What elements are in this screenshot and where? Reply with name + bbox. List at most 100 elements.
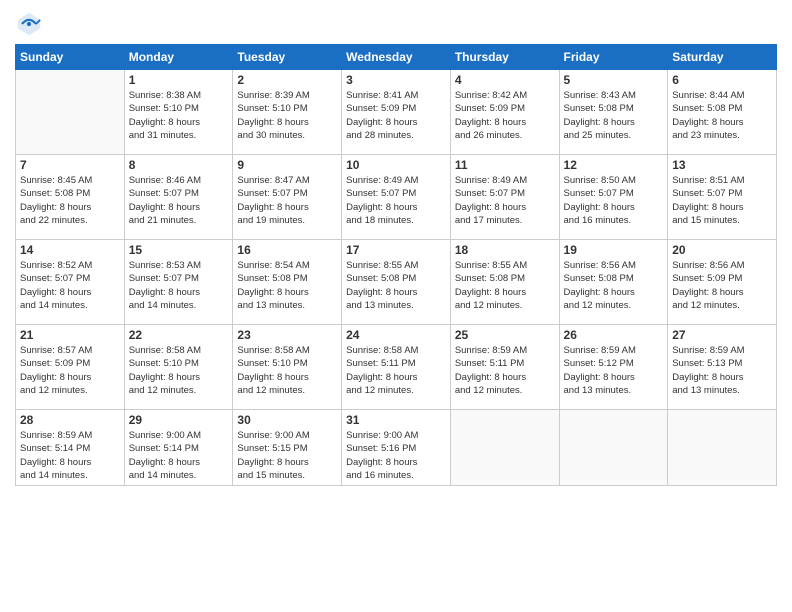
calendar-cell [668, 410, 777, 486]
day-number: 12 [564, 158, 664, 172]
calendar-cell: 31 Sunrise: 9:00 AMSunset: 5:16 PMDayligh… [342, 410, 451, 486]
day-info: Sunrise: 8:39 AMSunset: 5:10 PMDaylight:… [237, 89, 337, 142]
day-number: 21 [20, 328, 120, 342]
day-info: Sunrise: 8:57 AMSunset: 5:09 PMDaylight:… [20, 344, 120, 397]
day-info: Sunrise: 8:55 AMSunset: 5:08 PMDaylight:… [346, 259, 446, 312]
calendar-cell: 20 Sunrise: 8:56 AMSunset: 5:09 PMDayligh… [668, 240, 777, 325]
day-info: Sunrise: 8:58 AMSunset: 5:10 PMDaylight:… [129, 344, 229, 397]
day-number: 20 [672, 243, 772, 257]
day-number: 7 [20, 158, 120, 172]
calendar-week-row: 1 Sunrise: 8:38 AMSunset: 5:10 PMDaylight… [16, 70, 777, 155]
day-info: Sunrise: 8:56 AMSunset: 5:09 PMDaylight:… [672, 259, 772, 312]
day-number: 22 [129, 328, 229, 342]
calendar-week-row: 28Sunrise: 8:59 AMSunset: 5:14 PMDayligh… [16, 410, 777, 486]
day-number: 11 [455, 158, 555, 172]
day-info: Sunrise: 8:59 AMSunset: 5:12 PMDaylight:… [564, 344, 664, 397]
calendar-cell: 15 Sunrise: 8:53 AMSunset: 5:07 PMDayligh… [124, 240, 233, 325]
calendar-cell: 27Sunrise: 8:59 AMSunset: 5:13 PMDayligh… [668, 325, 777, 410]
calendar-cell: 14 Sunrise: 8:52 AMSunset: 5:07 PMDayligh… [16, 240, 125, 325]
day-info: Sunrise: 8:46 AMSunset: 5:07 PMDaylight:… [129, 174, 229, 227]
calendar-cell: 21 Sunrise: 8:57 AMSunset: 5:09 PMDayligh… [16, 325, 125, 410]
calendar-cell: 13 Sunrise: 8:51 AMSunset: 5:07 PMDayligh… [668, 155, 777, 240]
day-number: 19 [564, 243, 664, 257]
calendar-header-monday: Monday [124, 45, 233, 70]
calendar-cell: 8 Sunrise: 8:46 AMSunset: 5:07 PMDaylight… [124, 155, 233, 240]
day-number: 2 [237, 73, 337, 87]
day-info: Sunrise: 9:00 AMSunset: 5:15 PMDaylight:… [237, 429, 337, 482]
logo [15, 10, 47, 38]
day-number: 1 [129, 73, 229, 87]
calendar-week-row: 7 Sunrise: 8:45 AMSunset: 5:08 PMDaylight… [16, 155, 777, 240]
calendar-cell: 22 Sunrise: 8:58 AMSunset: 5:10 PMDayligh… [124, 325, 233, 410]
calendar-cell: 28Sunrise: 8:59 AMSunset: 5:14 PMDayligh… [16, 410, 125, 486]
calendar-table: SundayMondayTuesdayWednesdayThursdayFrid… [15, 44, 777, 486]
day-info: Sunrise: 8:59 AMSunset: 5:11 PMDaylight:… [455, 344, 555, 397]
calendar-cell [559, 410, 668, 486]
day-info: Sunrise: 9:00 AMSunset: 5:14 PMDaylight:… [129, 429, 229, 482]
day-info: Sunrise: 8:45 AMSunset: 5:08 PMDaylight:… [20, 174, 120, 227]
calendar-cell: 16 Sunrise: 8:54 AMSunset: 5:08 PMDayligh… [233, 240, 342, 325]
day-number: 10 [346, 158, 446, 172]
day-info: Sunrise: 8:59 AMSunset: 5:14 PMDaylight:… [20, 429, 120, 482]
calendar-cell: 10 Sunrise: 8:49 AMSunset: 5:07 PMDayligh… [342, 155, 451, 240]
calendar-cell: 23Sunrise: 8:58 AMSunset: 5:10 PMDayligh… [233, 325, 342, 410]
calendar-header-saturday: Saturday [668, 45, 777, 70]
calendar-cell: 18 Sunrise: 8:55 AMSunset: 5:08 PMDayligh… [450, 240, 559, 325]
calendar-header-friday: Friday [559, 45, 668, 70]
calendar-cell: 24Sunrise: 8:58 AMSunset: 5:11 PMDayligh… [342, 325, 451, 410]
day-number: 9 [237, 158, 337, 172]
day-number: 3 [346, 73, 446, 87]
day-number: 16 [237, 243, 337, 257]
day-number: 27 [672, 328, 772, 342]
calendar-cell: 12 Sunrise: 8:50 AMSunset: 5:07 PMDayligh… [559, 155, 668, 240]
day-number: 14 [20, 243, 120, 257]
calendar-header-row: SundayMondayTuesdayWednesdayThursdayFrid… [16, 45, 777, 70]
day-number: 26 [564, 328, 664, 342]
day-info: Sunrise: 8:44 AMSunset: 5:08 PMDaylight:… [672, 89, 772, 142]
day-info: Sunrise: 8:51 AMSunset: 5:07 PMDaylight:… [672, 174, 772, 227]
day-number: 18 [455, 243, 555, 257]
calendar-cell: 29 Sunrise: 9:00 AMSunset: 5:14 PMDayligh… [124, 410, 233, 486]
day-number: 8 [129, 158, 229, 172]
day-info: Sunrise: 8:49 AMSunset: 5:07 PMDaylight:… [455, 174, 555, 227]
calendar-week-row: 21 Sunrise: 8:57 AMSunset: 5:09 PMDayligh… [16, 325, 777, 410]
day-number: 6 [672, 73, 772, 87]
calendar-cell: 6 Sunrise: 8:44 AMSunset: 5:08 PMDaylight… [668, 70, 777, 155]
day-info: Sunrise: 8:38 AMSunset: 5:10 PMDaylight:… [129, 89, 229, 142]
day-info: Sunrise: 8:58 AMSunset: 5:10 PMDaylight:… [237, 344, 337, 397]
day-info: Sunrise: 8:53 AMSunset: 5:07 PMDaylight:… [129, 259, 229, 312]
day-info: Sunrise: 8:54 AMSunset: 5:08 PMDaylight:… [237, 259, 337, 312]
day-info: Sunrise: 8:52 AMSunset: 5:07 PMDaylight:… [20, 259, 120, 312]
day-info: Sunrise: 8:49 AMSunset: 5:07 PMDaylight:… [346, 174, 446, 227]
calendar-header-sunday: Sunday [16, 45, 125, 70]
calendar-header-tuesday: Tuesday [233, 45, 342, 70]
calendar-cell: 4 Sunrise: 8:42 AMSunset: 5:09 PMDaylight… [450, 70, 559, 155]
day-number: 5 [564, 73, 664, 87]
calendar-cell [450, 410, 559, 486]
calendar-week-row: 14 Sunrise: 8:52 AMSunset: 5:07 PMDayligh… [16, 240, 777, 325]
calendar-cell: 26 Sunrise: 8:59 AMSunset: 5:12 PMDayligh… [559, 325, 668, 410]
calendar-cell: 2 Sunrise: 8:39 AMSunset: 5:10 PMDaylight… [233, 70, 342, 155]
day-number: 24 [346, 328, 446, 342]
calendar-cell: 7 Sunrise: 8:45 AMSunset: 5:08 PMDaylight… [16, 155, 125, 240]
day-info: Sunrise: 8:42 AMSunset: 5:09 PMDaylight:… [455, 89, 555, 142]
day-number: 31 [346, 413, 446, 427]
calendar-cell: 1 Sunrise: 8:38 AMSunset: 5:10 PMDaylight… [124, 70, 233, 155]
calendar-cell: 11 Sunrise: 8:49 AMSunset: 5:07 PMDayligh… [450, 155, 559, 240]
day-number: 15 [129, 243, 229, 257]
day-info: Sunrise: 9:00 AMSunset: 5:16 PMDaylight:… [346, 429, 446, 482]
day-info: Sunrise: 8:50 AMSunset: 5:07 PMDaylight:… [564, 174, 664, 227]
day-info: Sunrise: 8:41 AMSunset: 5:09 PMDaylight:… [346, 89, 446, 142]
day-info: Sunrise: 8:55 AMSunset: 5:08 PMDaylight:… [455, 259, 555, 312]
calendar-cell: 17Sunrise: 8:55 AMSunset: 5:08 PMDayligh… [342, 240, 451, 325]
day-number: 13 [672, 158, 772, 172]
day-number: 25 [455, 328, 555, 342]
calendar-cell [16, 70, 125, 155]
calendar-cell: 9Sunrise: 8:47 AMSunset: 5:07 PMDaylight… [233, 155, 342, 240]
day-number: 29 [129, 413, 229, 427]
header [15, 10, 777, 38]
calendar-cell: 25 Sunrise: 8:59 AMSunset: 5:11 PMDayligh… [450, 325, 559, 410]
day-info: Sunrise: 8:43 AMSunset: 5:08 PMDaylight:… [564, 89, 664, 142]
day-number: 4 [455, 73, 555, 87]
calendar-header-wednesday: Wednesday [342, 45, 451, 70]
